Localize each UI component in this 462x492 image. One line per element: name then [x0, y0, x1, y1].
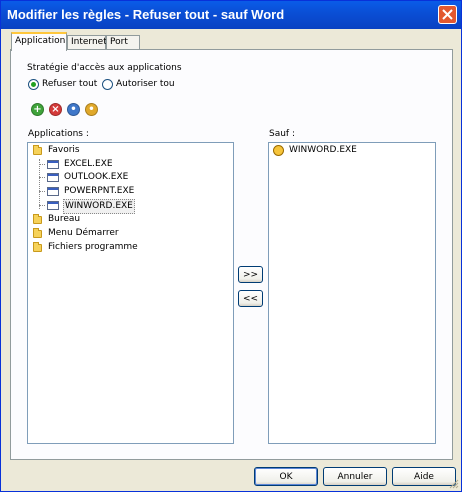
tab-application[interactable]: Application: [11, 32, 67, 51]
folder-icon: [33, 242, 42, 252]
resize-grip-icon[interactable]: [449, 479, 459, 489]
radio-refuser-tout-label[interactable]: Refuser tout: [42, 79, 97, 89]
smiley-icon: [273, 145, 284, 156]
radio-autoriser-tout-label[interactable]: Autoriser tou: [116, 79, 175, 89]
radio-autoriser-tout[interactable]: [102, 79, 113, 90]
close-icon: [442, 9, 453, 20]
tab-internet[interactable]: Internet: [67, 35, 107, 50]
folder-icon: [33, 228, 42, 238]
help-button[interactable]: Aide: [392, 467, 456, 486]
sauf-list[interactable]: WINWORD.EXE: [268, 142, 436, 444]
add-icon[interactable]: +: [31, 103, 44, 116]
applications-label: Applications :: [28, 129, 89, 139]
strategy-label: Stratégie d'accès aux applications: [27, 63, 182, 73]
edit-icon[interactable]: •: [67, 103, 80, 116]
info-icon[interactable]: •: [85, 103, 98, 116]
cancel-button[interactable]: Annuler: [323, 467, 387, 486]
tab-panel: Stratégie d'accès aux applications Refus…: [10, 49, 453, 460]
tab-port[interactable]: Port: [106, 35, 140, 50]
applications-tree[interactable]: Favoris EXCEL.EXE OUTLOOK.EXE POWERPNT.E…: [27, 142, 234, 444]
delete-icon[interactable]: ×: [49, 103, 62, 116]
exe-icon: [47, 187, 59, 196]
dialog-window: Modifier les règles - Refuser tout - sau…: [0, 0, 462, 492]
folder-icon: [33, 145, 42, 155]
remove-from-exceptions-button[interactable]: <<: [238, 290, 263, 307]
ok-button[interactable]: OK: [254, 467, 318, 486]
exe-icon: [47, 160, 59, 169]
folder-icon: [33, 214, 42, 224]
exe-icon: [47, 201, 59, 210]
sauf-label: Sauf :: [269, 129, 295, 139]
title-bar[interactable]: Modifier les règles - Refuser tout - sau…: [1, 1, 461, 29]
radio-refuser-tout[interactable]: [28, 79, 39, 90]
exe-icon: [47, 173, 59, 182]
add-to-exceptions-button[interactable]: >>: [238, 266, 263, 283]
window-title: Modifier les règles - Refuser tout - sau…: [7, 7, 285, 22]
close-button[interactable]: [438, 5, 457, 24]
